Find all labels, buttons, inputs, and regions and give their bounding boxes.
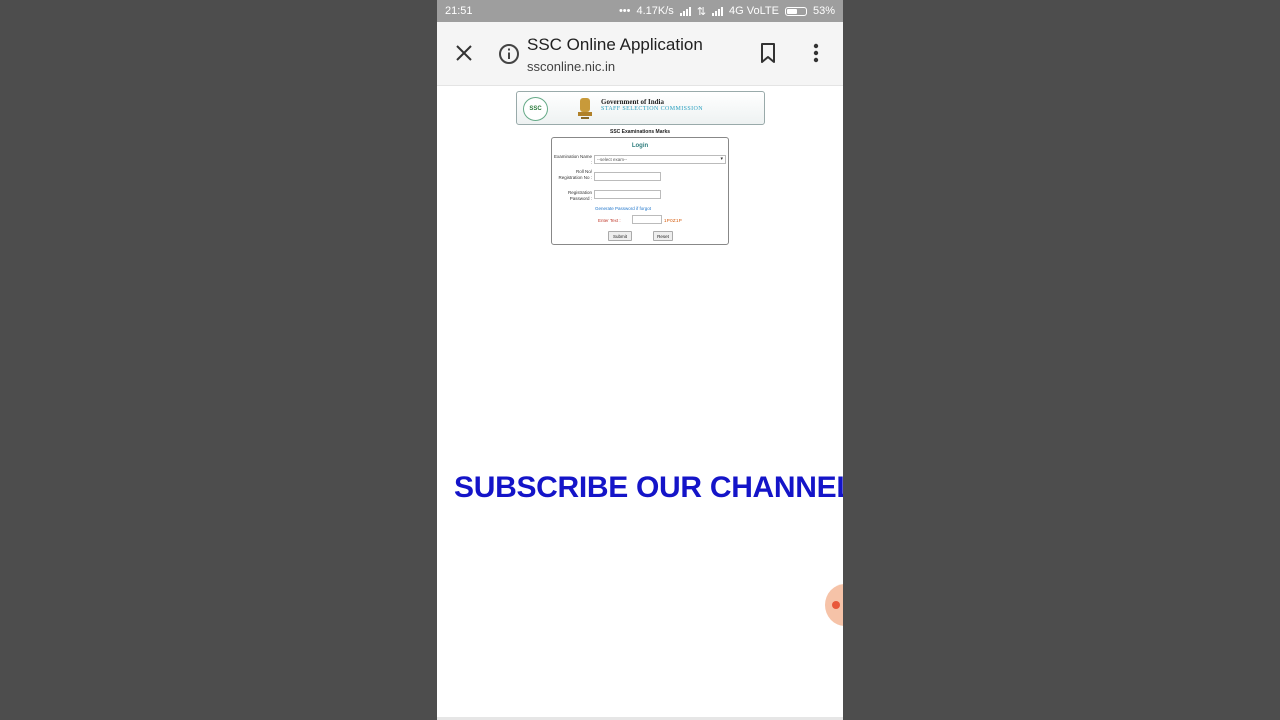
- data-arrows-icon: ⇅: [696, 5, 707, 18]
- government-text: Government of India: [601, 98, 664, 106]
- subscribe-overlay-text: SUBSCRIBE OUR CHANNEL: [454, 471, 843, 504]
- network-speed: 4.17K/s: [636, 5, 674, 17]
- phone-screen: 21:51 ••• 4.17K/s ⇅ 4G VoLTE 53% SSC Onl…: [437, 0, 843, 720]
- status-bar: 21:51 ••• 4.17K/s ⇅ 4G VoLTE 53%: [437, 0, 843, 22]
- dots-icon: •••: [618, 5, 631, 17]
- battery-icon: [784, 6, 807, 16]
- captcha-text: 1P0Z1P: [664, 218, 683, 223]
- roll-label: Roll No/ Registration No :: [558, 169, 592, 180]
- submit-button[interactable]: Submit: [608, 231, 632, 241]
- page-heading: SSC Examinations Marks: [609, 129, 671, 135]
- roll-number-input[interactable]: [594, 172, 661, 181]
- captcha-input[interactable]: [632, 215, 662, 224]
- more-options-button[interactable]: [803, 40, 829, 66]
- ssc-logo-text: SSC: [529, 106, 542, 112]
- battery-percent: 53%: [812, 5, 835, 17]
- bookmark-icon: [761, 43, 775, 63]
- network-type: 4G VoLTE: [729, 5, 779, 17]
- close-icon: [456, 45, 472, 61]
- login-form: Login Examination Name : --select exam--…: [551, 137, 729, 245]
- exam-label: Examination Name :: [553, 154, 592, 165]
- password-label: Registration Password :: [567, 190, 592, 201]
- signal-icon: [679, 6, 691, 16]
- site-info-button[interactable]: [497, 42, 521, 66]
- generate-password-link[interactable]: Generate Password if forgot: [595, 206, 651, 211]
- close-button[interactable]: [451, 40, 477, 66]
- chevron-down-icon: ▾: [720, 156, 723, 162]
- more-vert-icon: [813, 43, 819, 63]
- enter-text-label: Enter Text :: [598, 218, 621, 223]
- web-content: SSC Government of India STAFF SELECTION …: [437, 86, 843, 720]
- national-emblem-icon: [578, 98, 592, 119]
- status-time: 21:51: [445, 5, 473, 17]
- commission-text: STAFF SELECTION COMMISSION: [601, 106, 703, 112]
- ssc-banner: SSC Government of India STAFF SELECTION …: [516, 91, 765, 125]
- record-icon: [832, 601, 840, 609]
- exam-select[interactable]: --select exam-- ▾: [594, 155, 726, 164]
- browser-toolbar: SSC Online Application ssconline.nic.in: [437, 22, 843, 86]
- ssc-logo: SSC: [523, 97, 548, 121]
- exam-select-value: --select exam--: [597, 157, 628, 162]
- password-input[interactable]: [594, 190, 661, 199]
- signal-2-icon: [712, 6, 724, 16]
- bookmark-button[interactable]: [755, 40, 781, 66]
- page-url: ssconline.nic.in: [527, 59, 616, 74]
- info-icon: [499, 44, 519, 64]
- floating-record-button[interactable]: [825, 584, 843, 626]
- page-title: SSC Online Application: [527, 35, 703, 54]
- login-title: Login: [631, 143, 649, 149]
- reset-button[interactable]: Reset: [653, 231, 673, 241]
- status-indicators: ••• 4.17K/s ⇅ 4G VoLTE 53%: [619, 5, 835, 18]
